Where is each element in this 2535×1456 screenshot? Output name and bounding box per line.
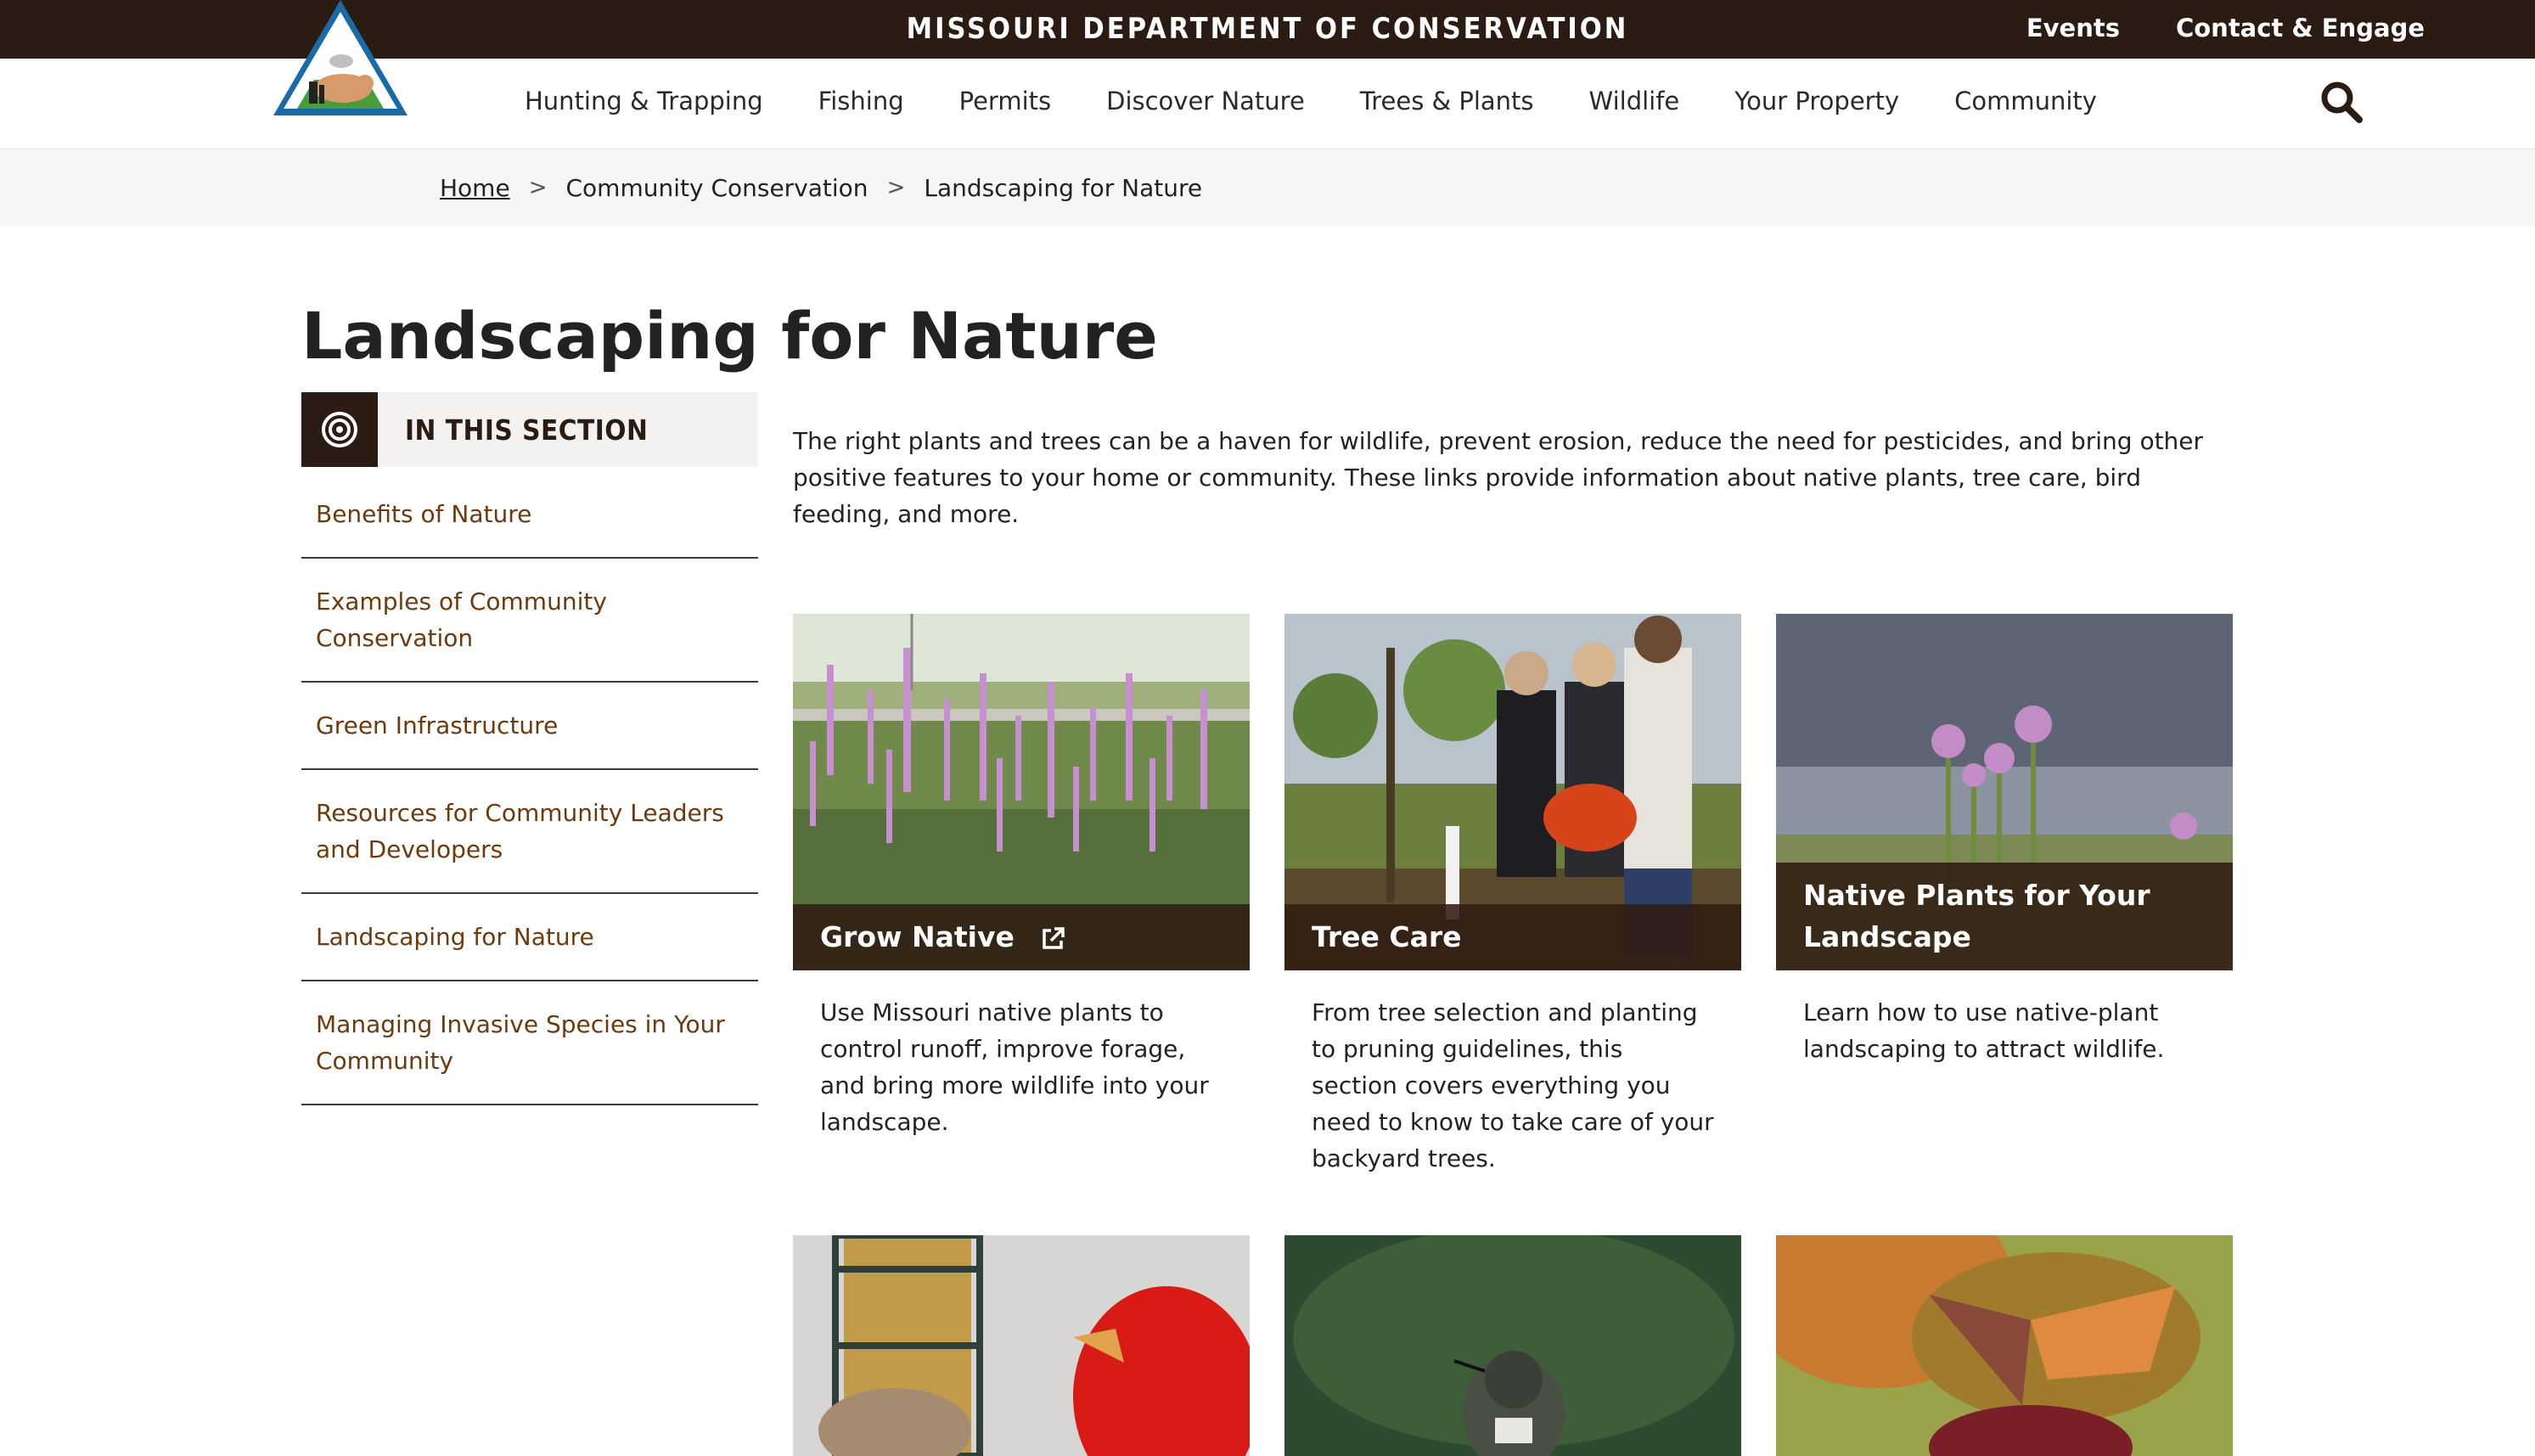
breadcrumb-community-conservation[interactable]: Community Conservation bbox=[565, 174, 868, 202]
sidebar-item-managing-invasive-species[interactable]: Managing Invasive Species in Your Commun… bbox=[301, 981, 758, 1105]
page-intro: The right plants and trees can be a have… bbox=[793, 427, 2204, 528]
nav-item-discover-nature[interactable]: Discover Nature bbox=[1106, 87, 1305, 115]
card-description: From tree selection and planting to prun… bbox=[1312, 998, 1714, 1172]
top-links: Events Contact & Engage bbox=[2026, 0, 2425, 56]
target-icon bbox=[301, 392, 378, 467]
card-image-bee-balm[interactable]: Native Plants for Your Landscape bbox=[1776, 614, 2233, 970]
card-title[interactable]: Native Plants for Your Landscape bbox=[1776, 863, 2233, 970]
nav-item-your-property[interactable]: Your Property bbox=[1734, 87, 1899, 115]
card-image-hummingbird[interactable] bbox=[1284, 1235, 1741, 1456]
card-description: Learn how to use native-plant landscapin… bbox=[1803, 998, 2165, 1063]
sidebar-item-benefits-of-nature[interactable]: Benefits of Nature bbox=[301, 471, 758, 559]
external-link-icon bbox=[1043, 926, 1065, 949]
sidebar-item-examples-community-conservation[interactable]: Examples of Community Conservation bbox=[301, 559, 758, 683]
breadcrumb-separator: > bbox=[886, 175, 906, 200]
card-image-native-wildflowers[interactable]: Grow Native bbox=[793, 614, 1250, 970]
card-image-cardinal-feeder[interactable] bbox=[793, 1235, 1250, 1456]
section-heading-label: IN THIS SECTION bbox=[405, 413, 649, 447]
page-title: Landscaping for Nature bbox=[301, 298, 1158, 374]
sidebar-item-green-infrastructure[interactable]: Green Infrastructure bbox=[301, 683, 758, 770]
search-icon[interactable] bbox=[2318, 78, 2365, 126]
breadcrumb-bar: Home > Community Conservation > Landscap… bbox=[0, 149, 2535, 226]
sidebar-item-landscaping-for-nature[interactable]: Landscaping for Nature bbox=[301, 894, 758, 981]
contact-engage-link[interactable]: Contact & Engage bbox=[2176, 14, 2425, 42]
nav-item-community[interactable]: Community bbox=[1954, 87, 2097, 115]
section-heading: IN THIS SECTION bbox=[301, 392, 758, 467]
breadcrumb-home-link[interactable]: Home bbox=[440, 174, 510, 202]
events-link[interactable]: Events bbox=[2026, 14, 2120, 42]
card-title[interactable]: Tree Care bbox=[1284, 904, 1741, 970]
card-title-text[interactable]: Native Plants for Your Landscape bbox=[1803, 879, 2150, 953]
nav-item-fishing[interactable]: Fishing bbox=[818, 87, 904, 115]
card-title[interactable]: Grow Native bbox=[793, 904, 1250, 970]
breadcrumb-separator: > bbox=[528, 175, 548, 200]
card-hummingbird[interactable] bbox=[1284, 1235, 1741, 1456]
nav-item-wildlife[interactable]: Wildlife bbox=[1589, 87, 1680, 115]
card-image-butterfly[interactable] bbox=[1776, 1235, 2233, 1456]
nav-item-trees-plants[interactable]: Trees & Plants bbox=[1360, 87, 1534, 115]
card-description: Use Missouri native plants to control ru… bbox=[820, 998, 1209, 1136]
nav-links: Hunting & Trapping Fishing Permits Disco… bbox=[525, 59, 2152, 143]
section-nav: Benefits of Nature Examples of Community… bbox=[301, 471, 758, 1105]
card-butterfly[interactable] bbox=[1776, 1235, 2233, 1456]
mdc-logo-icon[interactable] bbox=[272, 0, 409, 115]
card-tree-care[interactable]: Tree Care From tree selection and planti… bbox=[1284, 614, 1741, 1177]
card-title-text[interactable]: Tree Care bbox=[1312, 920, 1462, 953]
card-bird-feeding[interactable] bbox=[793, 1235, 1250, 1456]
card-title-text[interactable]: Grow Native bbox=[820, 920, 1015, 953]
card-native-plants-landscape[interactable]: Native Plants for Your Landscape Learn h… bbox=[1776, 614, 2233, 1067]
sidebar-item-resources-community-leaders[interactable]: Resources for Community Leaders and Deve… bbox=[301, 770, 758, 894]
card-grow-native[interactable]: Grow Native Use Missouri native plants t… bbox=[793, 614, 1250, 1140]
nav-item-permits[interactable]: Permits bbox=[959, 87, 1052, 115]
breadcrumb-current-page: Landscaping for Nature bbox=[924, 173, 1203, 202]
card-image-tree-planting[interactable]: Tree Care bbox=[1284, 614, 1741, 970]
nav-item-hunting-trapping[interactable]: Hunting & Trapping bbox=[525, 87, 763, 115]
breadcrumb: Home > Community Conservation > Landscap… bbox=[440, 149, 1202, 226]
